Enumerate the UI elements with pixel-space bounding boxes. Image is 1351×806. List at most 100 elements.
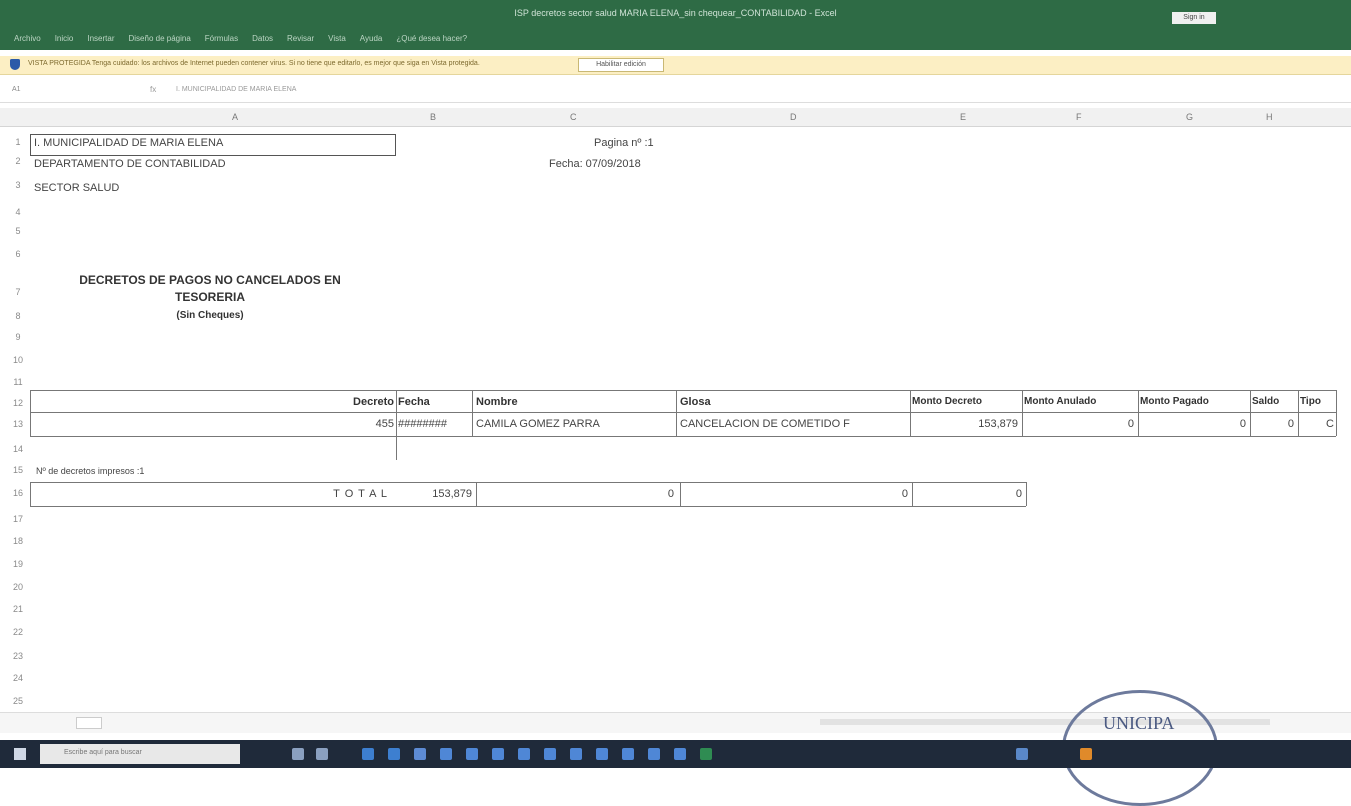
taskbar-search[interactable]: Escribe aquí para buscar [40,744,240,764]
report-subtitle[interactable]: (Sin Cheques) [38,310,382,321]
row-header[interactable]: 5 [8,226,28,236]
cell-fecha[interactable]: ######## [398,418,470,430]
edge-icon[interactable] [388,748,400,760]
row-header[interactable]: 9 [8,332,28,342]
report-date[interactable]: Fecha: 07/09/2018 [549,158,641,170]
cell-monto-pagado[interactable]: 0 [1140,418,1246,430]
row-header[interactable]: 17 [8,514,28,524]
row-header[interactable]: 14 [8,444,28,454]
row-header[interactable]: 10 [8,355,28,365]
file-explorer-icon[interactable] [362,748,374,760]
row-header[interactable]: 25 [8,696,28,706]
cell-tipo[interactable]: C [1300,418,1334,430]
cell-glosa[interactable]: CANCELACION DE COMETIDO F [680,418,908,430]
row-header[interactable]: 12 [8,398,28,408]
row-header[interactable]: 20 [8,582,28,592]
header-decreto[interactable]: Decreto [32,396,394,408]
row-header[interactable]: 3 [8,180,28,190]
sign-in-button[interactable]: Sign in [1172,12,1216,24]
weather-icon[interactable] [1080,748,1092,760]
cell-monto-anulado[interactable]: 0 [1024,418,1134,430]
app-icon[interactable] [648,748,660,760]
sheet-tab[interactable] [76,717,102,729]
system-tray-icon[interactable] [1016,748,1028,760]
sector-name[interactable]: SECTOR SALUD [34,182,119,194]
row-header[interactable]: 23 [8,651,28,661]
app-icon[interactable] [674,748,686,760]
total-monto-pagado[interactable]: 0 [682,488,908,500]
app-icon[interactable] [492,748,504,760]
app-icon[interactable] [518,748,530,760]
row-header[interactable]: 19 [8,559,28,569]
column-header-c[interactable]: C [570,112,577,122]
tab-insert[interactable]: Insertar [87,34,114,43]
column-header-d[interactable]: D [790,112,797,122]
row-header[interactable]: 24 [8,673,28,683]
row-header[interactable]: 6 [8,249,28,259]
total-label[interactable]: T O T A L [32,488,388,500]
app-icon[interactable] [466,748,478,760]
cell-monto-decreto[interactable]: 153,879 [912,418,1018,430]
column-header-g[interactable]: G [1186,112,1193,122]
excel-icon[interactable] [700,748,712,760]
header-monto-pagado[interactable]: Monto Pagado [1140,396,1209,407]
report-title-line2[interactable]: TESORERIA [38,290,382,304]
tab-formulas[interactable]: Fórmulas [205,34,238,43]
app-icon[interactable] [622,748,634,760]
mail-icon[interactable] [414,748,426,760]
column-header-f[interactable]: F [1076,112,1082,122]
total-monto-decreto[interactable]: 153,879 [398,488,472,500]
header-nombre[interactable]: Nombre [476,396,518,408]
total-monto-anulado[interactable]: 0 [478,488,674,500]
name-box[interactable]: A1 [12,86,72,93]
row-header[interactable]: 18 [8,536,28,546]
row-header[interactable]: 22 [8,627,28,637]
tab-data[interactable]: Datos [252,34,273,43]
tab-view[interactable]: Vista [328,34,346,43]
header-monto-decreto[interactable]: Monto Decreto [912,396,982,407]
tab-page-layout[interactable]: Diseño de página [129,34,191,43]
app-icon[interactable] [544,748,556,760]
header-fecha[interactable]: Fecha [398,396,430,408]
tab-home[interactable]: Inicio [55,34,74,43]
close-button[interactable] [1306,8,1334,20]
header-tipo[interactable]: Tipo [1300,396,1321,407]
column-header-h[interactable]: H [1266,112,1273,122]
row-header[interactable]: 13 [8,419,28,429]
row-header[interactable]: 11 [8,377,28,387]
cell-decreto[interactable]: 455 [32,418,394,430]
row-header[interactable]: 8 [8,311,28,321]
row-header[interactable]: 21 [8,604,28,614]
app-icon[interactable] [596,748,608,760]
decree-count[interactable]: Nº de decretos impresos :1 [36,466,144,476]
tab-review[interactable]: Revisar [287,34,314,43]
column-header-b[interactable]: B [430,112,436,122]
header-monto-anulado[interactable]: Monto Anulado [1024,396,1096,407]
maximize-button[interactable] [1270,8,1298,20]
tell-me-search[interactable]: ¿Qué desea hacer? [396,34,467,43]
header-saldo[interactable]: Saldo [1252,396,1279,407]
row-header[interactable]: 4 [8,207,28,217]
row-header[interactable]: 1 [8,137,28,147]
app-icon[interactable] [440,748,452,760]
cell-nombre[interactable]: CAMILA GOMEZ PARRA [476,418,600,430]
task-view-icon[interactable] [316,748,328,760]
page-number[interactable]: Pagina nº :1 [594,137,654,149]
org-name[interactable]: I. MUNICIPALIDAD DE MARIA ELENA [34,137,223,149]
header-glosa[interactable]: Glosa [680,396,711,408]
cell-saldo[interactable]: 0 [1252,418,1294,430]
row-header[interactable]: 2 [8,156,28,166]
function-icon[interactable]: fx [150,85,156,94]
column-header-e[interactable]: E [960,112,966,122]
tab-help[interactable]: Ayuda [360,34,383,43]
formula-input[interactable]: I. MUNICIPALIDAD DE MARIA ELENA [176,86,296,93]
department-name[interactable]: DEPARTAMENTO DE CONTABILIDAD [34,158,226,170]
total-saldo[interactable]: 0 [914,488,1022,500]
row-header[interactable]: 7 [8,287,28,297]
row-header[interactable]: 15 [8,465,28,475]
row-header[interactable]: 16 [8,488,28,498]
minimize-button[interactable] [1234,8,1262,20]
cortana-icon[interactable] [292,748,304,760]
report-title-line1[interactable]: DECRETOS DE PAGOS NO CANCELADOS EN [38,273,382,287]
windows-start-icon[interactable] [14,748,26,760]
